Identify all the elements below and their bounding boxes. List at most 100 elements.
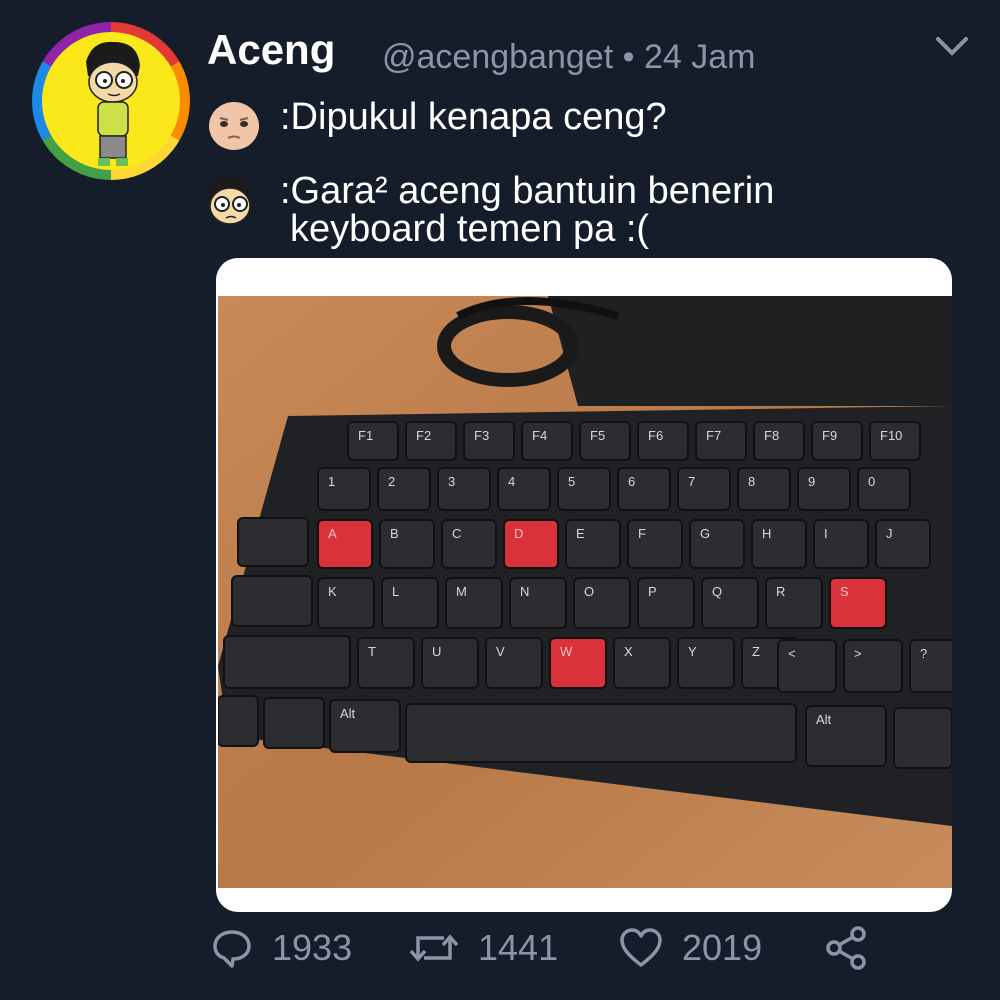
key-punct-0 xyxy=(777,639,837,693)
key-4-label: 4 xyxy=(508,474,515,489)
key-8-label: 8 xyxy=(748,474,755,489)
handle-and-time: @acengbanget • 24 Jam xyxy=(382,38,756,76)
key-alt-right-label: Alt xyxy=(816,712,832,727)
key-8 xyxy=(737,467,791,511)
key-f5-label: F5 xyxy=(590,428,605,443)
key-l-label: L xyxy=(392,584,399,599)
key-d-label: D xyxy=(514,526,523,541)
key-0-label: 0 xyxy=(868,474,875,489)
key-k-label: K xyxy=(328,584,337,599)
key-t-label: T xyxy=(368,644,376,659)
like-icon xyxy=(620,928,662,967)
tweet-action-bar: 1933 1441 2019 xyxy=(0,920,1000,980)
key-9 xyxy=(797,467,851,511)
key-punct-1-label: > xyxy=(854,646,862,661)
key-r xyxy=(765,577,823,629)
key-a xyxy=(317,519,373,569)
key-capslock xyxy=(231,575,313,627)
key-5 xyxy=(557,467,611,511)
key-2-label: 2 xyxy=(388,474,395,489)
reply-icon xyxy=(213,930,251,968)
key-v xyxy=(485,637,543,689)
key-y-label: Y xyxy=(688,644,697,659)
cartoon-character-image xyxy=(42,32,180,170)
profile-avatar[interactable] xyxy=(32,22,190,180)
like-button[interactable]: 2019 xyxy=(618,920,762,976)
key-y xyxy=(677,637,735,689)
key-c xyxy=(441,519,497,569)
key-spacebar xyxy=(405,703,797,763)
key-2 xyxy=(377,467,431,511)
key-f xyxy=(627,519,683,569)
key-1-label: 1 xyxy=(328,474,335,489)
display-name[interactable]: Aceng xyxy=(207,26,335,74)
key-a-label: A xyxy=(328,526,337,541)
key-0 xyxy=(857,467,911,511)
key-p xyxy=(637,577,695,629)
key-h xyxy=(751,519,807,569)
key-n-label: N xyxy=(520,584,529,599)
dialog-line-answer-2: keyboard temen pa :( xyxy=(290,208,650,250)
key-h-label: H xyxy=(762,526,771,541)
key-w xyxy=(549,637,607,689)
keyboard-photo: F1 F2 F3 F4 F5 F6 F7 F8 F9 F10 1 2 3 4 5 6 7 8 9 0 A B C D E F G H I… xyxy=(218,296,952,888)
key-7-label: 7 xyxy=(688,474,695,489)
key-f1-label: F1 xyxy=(358,428,373,443)
key-shift-left xyxy=(223,635,351,689)
key-alt-left-label: Alt xyxy=(340,706,356,721)
retweet-icon xyxy=(409,934,459,962)
key-v-label: V xyxy=(496,644,505,659)
key-x-label: X xyxy=(624,644,633,659)
key-n xyxy=(509,577,567,629)
key-f9-label: F9 xyxy=(822,428,837,443)
like-count: 2019 xyxy=(682,927,763,968)
key-z-label: Z xyxy=(752,644,760,659)
reply-button[interactable]: 1933 xyxy=(210,920,352,976)
key-l xyxy=(381,577,439,629)
tweet-media-image[interactable]: F1 F2 F3 F4 F5 F6 F7 F8 F9 F10 1 2 3 4 5 6 7 8 9 0 A B C D E F G H I… xyxy=(216,258,952,912)
key-o-label: O xyxy=(584,584,594,599)
share-button[interactable] xyxy=(822,920,870,976)
key-5-label: 5 xyxy=(568,474,575,489)
key-s-label: S xyxy=(840,584,849,599)
key-p-label: P xyxy=(648,584,657,599)
key-u xyxy=(421,637,479,689)
key-g-label: G xyxy=(700,526,710,541)
dialog-line-answer-1: :Gara² aceng bantuin benerin xyxy=(280,170,775,212)
key-3-label: 3 xyxy=(448,474,455,489)
share-icon xyxy=(826,926,866,970)
key-punct-2 xyxy=(909,639,952,693)
key-j xyxy=(875,519,931,569)
key-i xyxy=(813,519,869,569)
key-f10-label: F10 xyxy=(880,428,902,443)
key-tab xyxy=(237,517,309,567)
baby-face-emoji xyxy=(206,96,262,152)
key-r-label: R xyxy=(776,584,785,599)
key-m-label: M xyxy=(456,584,467,599)
retweet-count: 1441 xyxy=(478,927,559,968)
key-q-label: Q xyxy=(712,584,722,599)
key-3 xyxy=(437,467,491,511)
key-d xyxy=(503,519,559,569)
key-win-left xyxy=(263,697,325,749)
key-b xyxy=(379,519,435,569)
chevron-down-icon[interactable] xyxy=(934,34,970,60)
key-menu xyxy=(893,707,952,769)
key-u-label: U xyxy=(432,644,441,659)
key-punct-0-label: < xyxy=(788,646,796,661)
key-e-label: E xyxy=(576,526,585,541)
key-f7-label: F7 xyxy=(706,428,721,443)
key-j-label: J xyxy=(886,526,893,541)
retweet-button[interactable]: 1441 xyxy=(408,920,558,976)
key-x xyxy=(613,637,671,689)
aceng-face-emoji xyxy=(200,172,256,228)
key-6 xyxy=(617,467,671,511)
dialog-line-question: :Dipukul kenapa ceng? xyxy=(280,96,667,138)
key-punct-1 xyxy=(843,639,903,693)
key-b-label: B xyxy=(390,526,399,541)
reply-count: 1933 xyxy=(272,927,353,968)
key-m xyxy=(445,577,503,629)
key-f8-label: F8 xyxy=(764,428,779,443)
key-4 xyxy=(497,467,551,511)
key-f4-label: F4 xyxy=(532,428,547,443)
